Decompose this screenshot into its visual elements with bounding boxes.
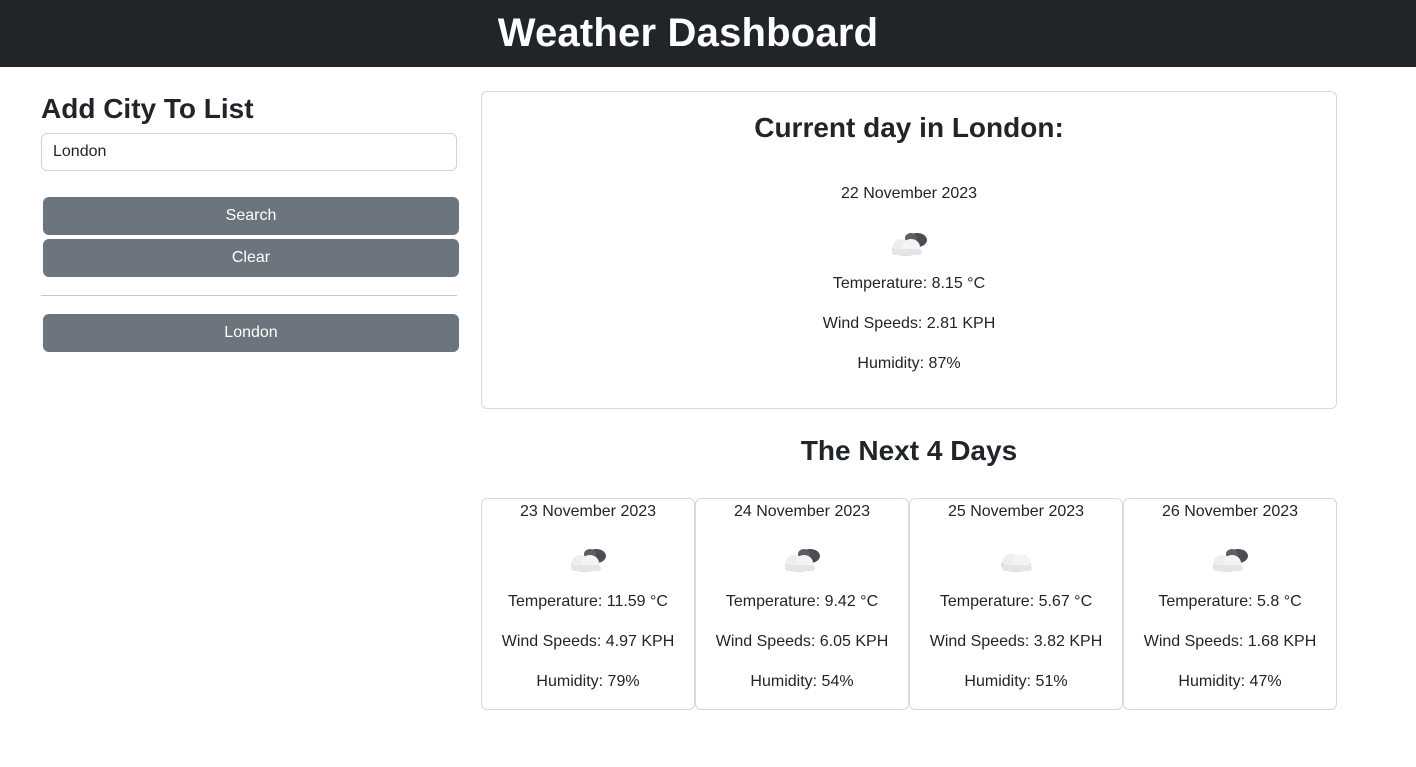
search-button[interactable]: Search [43,197,459,235]
forecast-wind-speed: Wind Speeds: 3.82 KPH [929,633,1103,650]
top-bar: Weather Dashboard [0,0,1416,67]
forecast-humidity: Humidity: 79% [536,673,640,690]
current-temperature: Temperature: 8.15 °C [832,275,986,292]
current-wind-speed: Wind Speeds: 2.81 KPH [822,315,996,332]
cloud-icon [994,545,1038,575]
current-date: 22 November 2023 [840,185,978,202]
partly-cloudy-icon [566,545,610,575]
partly-cloudy-icon [1208,545,1252,575]
partly-cloudy-icon [887,229,931,259]
forecast-wind-speed: Wind Speeds: 4.97 KPH [501,633,675,650]
forecast-wind-speed: Wind Speeds: 6.05 KPH [715,633,889,650]
current-weather-card: Current day in London: 22 November 2023 … [481,91,1337,409]
forecast-humidity: Humidity: 51% [964,673,1068,690]
forecast-date: 25 November 2023 [947,503,1085,520]
forecast-date: 26 November 2023 [1161,503,1299,520]
forecast-row: 23 November 2023 Temperature: 11.59 °C W… [481,498,1337,710]
forecast-temperature: Temperature: 5.67 °C [939,593,1093,610]
forecast-card: 24 November 2023 Temperature: 9.42 °C Wi… [695,498,909,710]
current-weather-heading: Current day in London: [754,112,1064,143]
forecast-wind-speed: Wind Speeds: 1.68 KPH [1143,633,1317,650]
history-city-button[interactable]: London [43,314,459,352]
forecast-temperature: Temperature: 11.59 °C [508,593,668,610]
forecast-humidity: Humidity: 54% [750,673,854,690]
forecast-temperature: Temperature: 5.8 °C [1158,593,1302,610]
clear-button[interactable]: Clear [43,239,459,277]
forecast-humidity: Humidity: 47% [1178,673,1282,690]
forecast-card: 26 November 2023 Temperature: 5.8 °C Win… [1123,498,1337,710]
sidebar-divider [41,295,457,296]
forecast-card: 25 November 2023 Temperature: 5.67 °C Wi… [909,498,1123,710]
forecast-card: 23 November 2023 Temperature: 11.59 °C W… [481,498,695,710]
page-title: Weather Dashboard [497,11,879,55]
add-city-heading: Add City To List [41,93,254,124]
city-search-input[interactable] [41,133,457,171]
forecast-heading: The Next 4 Days [800,435,1018,466]
sidebar: Add City To List Search Clear London [41,90,459,352]
partly-cloudy-icon [780,545,824,575]
forecast-temperature: Temperature: 9.42 °C [725,593,879,610]
forecast-date: 23 November 2023 [519,503,657,520]
forecast-date: 24 November 2023 [733,503,871,520]
current-humidity: Humidity: 87% [857,355,961,372]
